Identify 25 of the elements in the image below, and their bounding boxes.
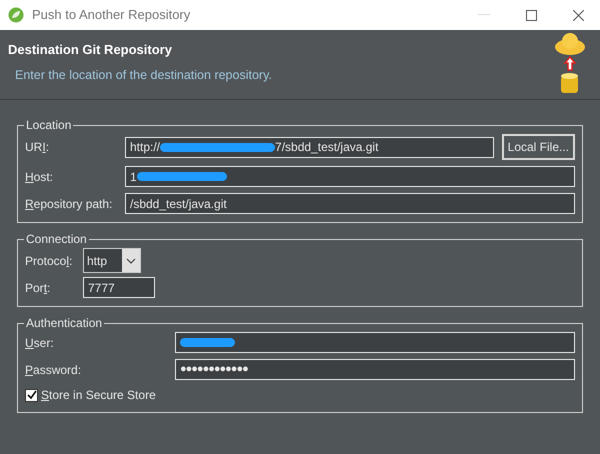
close-icon[interactable]: [573, 10, 584, 20]
field-label: Port:: [25, 280, 52, 296]
text-field[interactable]: [175, 332, 575, 353]
maximize-icon[interactable]: [526, 10, 537, 20]
field-label: Host:: [25, 168, 54, 186]
field-label: URI:: [25, 139, 50, 156]
protocol-dropdown[interactable]: http: [83, 248, 141, 273]
cloud-upload-icon: [552, 32, 588, 94]
text-field[interactable]: 7777: [83, 277, 155, 298]
local-file-button[interactable]: Local File...: [502, 134, 575, 160]
field-label: Password:: [25, 362, 82, 378]
header-title: Destination Git Repository: [8, 41, 173, 59]
checkmark-icon: [26, 390, 36, 400]
field-label: Repository path:: [25, 196, 114, 212]
text-field[interactable]: /sbdd_test/java.git: [125, 193, 575, 214]
text-field[interactable]: ●●●●●●●●●●●●: [175, 359, 575, 380]
chevron-down-icon: [122, 249, 140, 272]
field-label: Protocol:: [25, 252, 74, 270]
leaf-logo-icon: [8, 7, 24, 23]
secure-store-checkbox[interactable]: Store in Secure Store: [25, 386, 575, 404]
header-description: Enter the location of the destination repository.: [14, 66, 273, 84]
text-field[interactable]: http:// 7/sbdd_test/java.git: [125, 136, 494, 158]
window-title: Push to Another Repository: [32, 6, 190, 24]
field-label: User:: [25, 334, 55, 352]
text-field[interactable]: 1: [125, 166, 575, 187]
